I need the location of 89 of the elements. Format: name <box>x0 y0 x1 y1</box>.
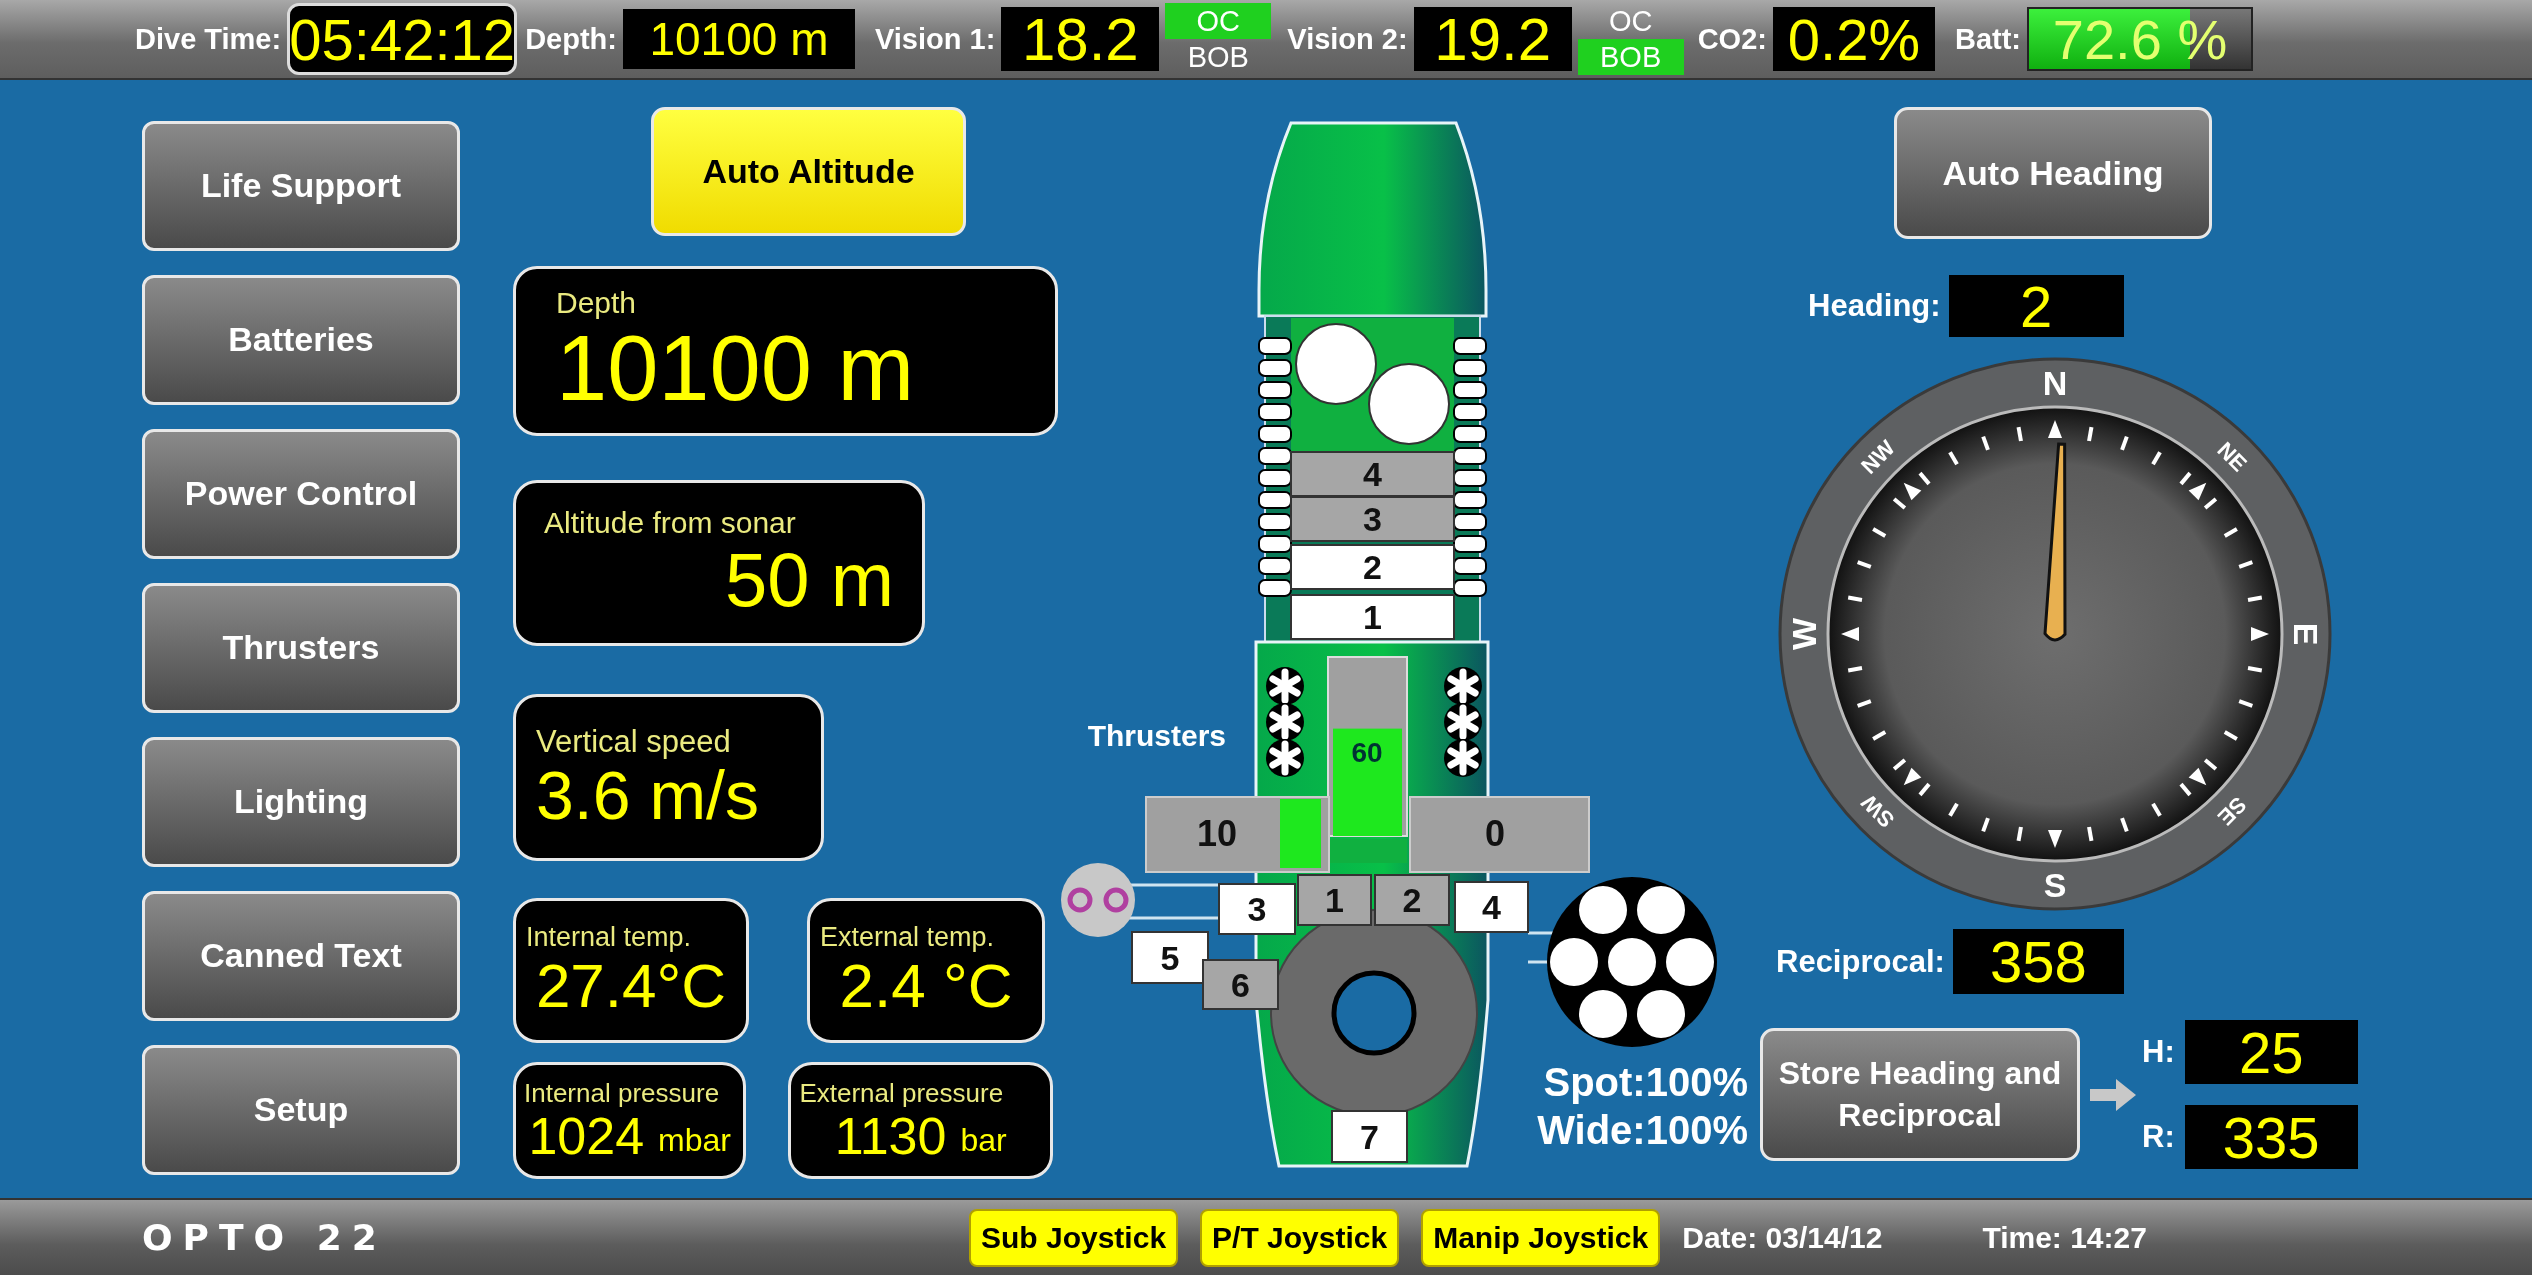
heading-label: Heading: <box>1808 288 1941 324</box>
lateral-thrust-readout: 0 <box>1409 796 1590 873</box>
battery-module: 3 <box>1290 496 1455 542</box>
thrusters-label: Thrusters <box>1087 719 1226 752</box>
dive-time-value: 05:42:12 <box>287 3 518 75</box>
compass-direction: SW <box>1856 789 1900 833</box>
altitude-reading: 50 m <box>725 540 894 620</box>
arrow-icon <box>2090 1076 2138 1113</box>
light-level: Spot:100% <box>1543 1060 1748 1104</box>
stored-value: 25 <box>2184 1020 2358 1084</box>
compass-direction: W <box>1785 617 1823 651</box>
thruster-box: 3 <box>1218 883 1296 935</box>
nav-button[interactable]: Batteries <box>142 275 460 405</box>
propeller-icon <box>1444 739 1482 777</box>
battery-module: 1 <box>1290 594 1455 640</box>
dive-time-label: Dive Time: <box>135 22 282 56</box>
compass-direction: E <box>2287 622 2325 646</box>
thruster-box: 4 <box>1454 881 1529 933</box>
co2-value: 0.2% <box>1772 7 1935 71</box>
pressure-caption: External pressure <box>799 1077 1005 1109</box>
pressure-unit: mbar <box>658 1122 731 1160</box>
thruster-box: 5 <box>1131 931 1209 984</box>
nav-button[interactable]: Canned Text <box>142 891 460 1021</box>
pressure-reading: 1024 <box>528 1108 645 1164</box>
thruster-box: 1 <box>1297 874 1372 926</box>
propeller-icon <box>1266 703 1304 741</box>
reciprocal-value: 358 <box>1952 929 2124 994</box>
temperature-caption: Internal temp. <box>526 922 693 954</box>
mode-indicator: BOB <box>1577 39 1684 75</box>
reciprocal-label: Reciprocal: <box>1776 943 1945 980</box>
joystick-button[interactable]: Manip Joystick <box>1421 1208 1661 1267</box>
altitude-caption: Altitude from sonar <box>544 506 797 541</box>
temperature-caption: External temp. <box>820 922 996 954</box>
time-text: Time: 14:27 <box>1982 1220 2147 1255</box>
pressure-reading: 1130 <box>834 1108 947 1164</box>
stored-label: R: <box>2142 1119 2175 1155</box>
nav-button[interactable]: Setup <box>142 1045 460 1175</box>
propeller-icon <box>1266 739 1304 777</box>
depth-reading: 10100 m <box>556 319 915 417</box>
stored-label: H: <box>2142 1034 2175 1070</box>
thruster-box: 7 <box>1331 1110 1408 1163</box>
depth-label: Depth: <box>525 22 617 56</box>
propeller-icon <box>1444 703 1482 741</box>
compass-direction: NE <box>2212 437 2252 477</box>
compass-direction: NW <box>1856 435 1900 479</box>
auto-altitude-button[interactable]: Auto Altitude <box>651 107 966 236</box>
lens-pair-icon <box>1061 863 1135 937</box>
heading-value: 2 <box>1948 275 2124 337</box>
battery-label: Batt: <box>1954 22 2021 56</box>
depth-caption: Depth <box>556 285 638 320</box>
thrust-value: 60 <box>1351 737 1383 768</box>
vision-label: Vision 1: <box>874 22 996 56</box>
vertical-speed-caption: Vertical speed <box>536 723 732 760</box>
joystick-button[interactable]: Sub Joystick <box>969 1208 1179 1267</box>
thrust-bar <box>1280 799 1321 868</box>
joystick-button[interactable]: P/T Joystick <box>1200 1208 1400 1267</box>
vertical-speed-reading: 3.6 m/s <box>536 759 759 832</box>
vision-value: 19.2 <box>1413 7 1572 71</box>
mode-indicator: OC <box>1607 3 1654 39</box>
temperature-reading: 2.4 °C <box>839 953 1013 1019</box>
pressure-caption: Internal pressure <box>524 1077 721 1109</box>
thruster-box: 6 <box>1202 959 1279 1010</box>
vision-label: Vision 2: <box>1287 22 1408 56</box>
logo-text: OPTO 22 <box>142 1217 388 1258</box>
battery-module: 4 <box>1290 451 1455 497</box>
propeller-icon <box>1266 667 1304 705</box>
propeller-icon <box>1444 667 1482 705</box>
compass-direction: S <box>2043 866 2067 904</box>
date-text: Date: 03/14/12 <box>1682 1220 1883 1255</box>
battery-module: 2 <box>1290 544 1455 590</box>
mode-indicator: BOB <box>1186 39 1250 75</box>
pressure-unit: bar <box>960 1122 1007 1160</box>
compass-direction: N <box>2042 364 2068 402</box>
store-heading-button[interactable]: Store Heading and Reciprocal <box>1760 1028 2080 1161</box>
co2-label: CO2: <box>1697 22 1767 56</box>
depth-value: 10100 m <box>622 9 855 69</box>
thruster-box: 2 <box>1374 874 1450 926</box>
mode-indicator: OC <box>1165 3 1272 39</box>
nav-button[interactable]: Power Control <box>142 429 460 559</box>
nav-button[interactable]: Thrusters <box>142 583 460 713</box>
vision-value: 18.2 <box>1001 7 1160 71</box>
auto-heading-button[interactable]: Auto Heading <box>1894 107 2212 239</box>
temperature-reading: 27.4°C <box>535 953 727 1019</box>
light-cluster-icon <box>1547 877 1717 1047</box>
light-level: Wide:100% <box>1537 1108 1748 1152</box>
stored-value: 335 <box>2184 1105 2358 1169</box>
nav-button[interactable]: Life Support <box>142 121 460 251</box>
compass-direction: SE <box>2212 791 2252 831</box>
nav-button[interactable]: Lighting <box>142 737 460 867</box>
